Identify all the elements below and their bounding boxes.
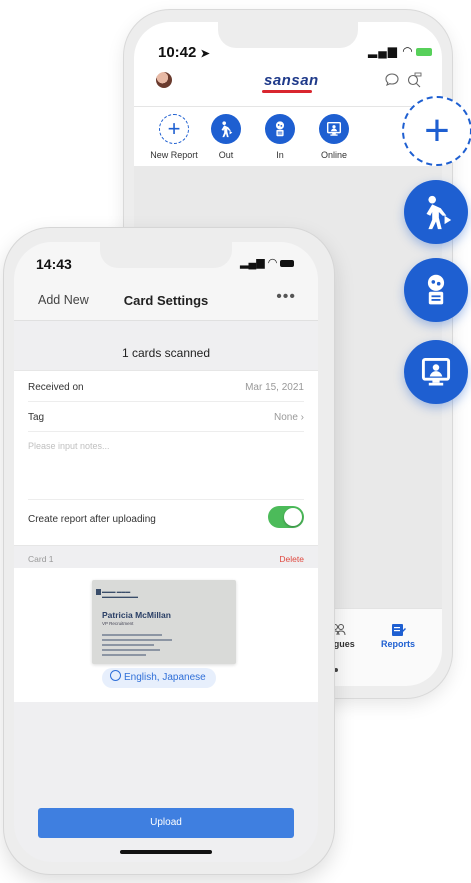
received-on-row[interactable]: Received on Mar 15, 2021 xyxy=(28,371,304,402)
tag-row[interactable]: Tag None › xyxy=(28,401,304,432)
back-status-icons: ▂▄▆ ◠ xyxy=(368,44,432,58)
walking-out-icon xyxy=(426,195,452,230)
back-home-indicator xyxy=(334,668,338,672)
company-logo: ▬▬▬ ▬▬▬ ▬▬▬▬▬▬▬▬ xyxy=(102,589,138,600)
card-person-name: Patricia McMillan xyxy=(102,610,171,620)
card-text-line xyxy=(102,644,154,646)
toggle-knob xyxy=(284,508,302,526)
create-report-row: Create report after uploading xyxy=(28,499,304,530)
front-phone-notch xyxy=(100,242,232,268)
avatar[interactable] xyxy=(156,72,172,88)
notes-input[interactable]: Please input notes... xyxy=(28,441,110,451)
battery-icon xyxy=(280,259,295,267)
card-text-line xyxy=(102,639,172,641)
floating-new-report-button[interactable]: + xyxy=(402,96,471,166)
card-label: Card 1 xyxy=(28,554,54,564)
upload-button[interactable]: Upload xyxy=(38,808,294,838)
header-divider xyxy=(134,106,442,107)
globe-icon xyxy=(110,670,121,681)
page-title: Card Settings xyxy=(123,293,209,308)
monitor-meeting-icon xyxy=(319,114,349,144)
business-card-image[interactable]: ▬▬▬ ▬▬▬ ▬▬▬▬▬▬▬▬ Patricia McMillan VP Rec… xyxy=(92,580,236,664)
monitor-meeting-icon xyxy=(421,357,451,386)
home-indicator xyxy=(120,850,212,854)
battery-icon xyxy=(415,47,432,56)
tab-reports[interactable]: Reports xyxy=(370,623,426,649)
back-phone-notch xyxy=(218,22,358,48)
received-on-label: Received on xyxy=(28,382,84,393)
card-text-line xyxy=(102,654,146,656)
out-button[interactable]: Out xyxy=(198,114,254,160)
scanned-count: 1 cards scanned xyxy=(121,346,211,360)
plus-icon: + xyxy=(424,106,450,155)
card-text-line xyxy=(102,634,162,636)
create-report-label: Create report after uploading xyxy=(28,514,156,525)
new-report-button[interactable]: + New Report xyxy=(146,114,202,160)
app-logo-underline xyxy=(262,90,312,93)
settings-card: Received on Mar 15, 2021 Tag None › Plea… xyxy=(14,370,318,546)
floating-out-button[interactable] xyxy=(404,180,468,244)
back-status-time: 10:42 ➤ xyxy=(158,44,210,61)
received-on-value: Mar 15, 2021 xyxy=(245,382,304,393)
front-phone-screen: 14:43 ▂▄▆ ◠ Add New Card Settings ••• 1 … xyxy=(14,242,318,862)
floating-online-button[interactable] xyxy=(404,340,468,404)
front-status-time: 14:43 xyxy=(36,256,72,272)
search-card-icon[interactable] xyxy=(406,72,422,88)
chat-icon[interactable] xyxy=(384,72,400,88)
card-person-title: VP Recruitment xyxy=(102,621,134,626)
create-report-toggle[interactable] xyxy=(268,506,304,528)
plus-icon: + xyxy=(159,114,189,144)
card-text-line xyxy=(102,649,160,651)
tag-value: None › xyxy=(273,412,304,423)
online-button[interactable]: Online xyxy=(306,114,362,160)
reports-icon xyxy=(370,623,426,639)
in-button[interactable]: In xyxy=(252,114,308,160)
visitor-badge-icon xyxy=(427,274,445,305)
floating-in-button[interactable] xyxy=(404,258,468,322)
delete-button[interactable]: Delete xyxy=(279,554,304,564)
language-chip[interactable]: English, Japanese xyxy=(102,668,216,688)
company-logo-mark xyxy=(96,589,101,595)
tag-label: Tag xyxy=(28,412,45,423)
walking-out-icon xyxy=(211,114,241,144)
app-logo: sansan xyxy=(264,72,319,89)
card-image-area: ▬▬▬ ▬▬▬ ▬▬▬▬▬▬▬▬ Patricia McMillan VP Rec… xyxy=(14,568,318,702)
visitor-badge-icon xyxy=(265,114,295,144)
more-menu-button[interactable]: ••• xyxy=(276,288,296,306)
chevron-right-icon: › xyxy=(300,412,304,423)
nav-bar: Add New Card Settings ••• xyxy=(14,282,318,321)
front-status-icons: ▂▄▆ ◠ xyxy=(240,256,295,269)
